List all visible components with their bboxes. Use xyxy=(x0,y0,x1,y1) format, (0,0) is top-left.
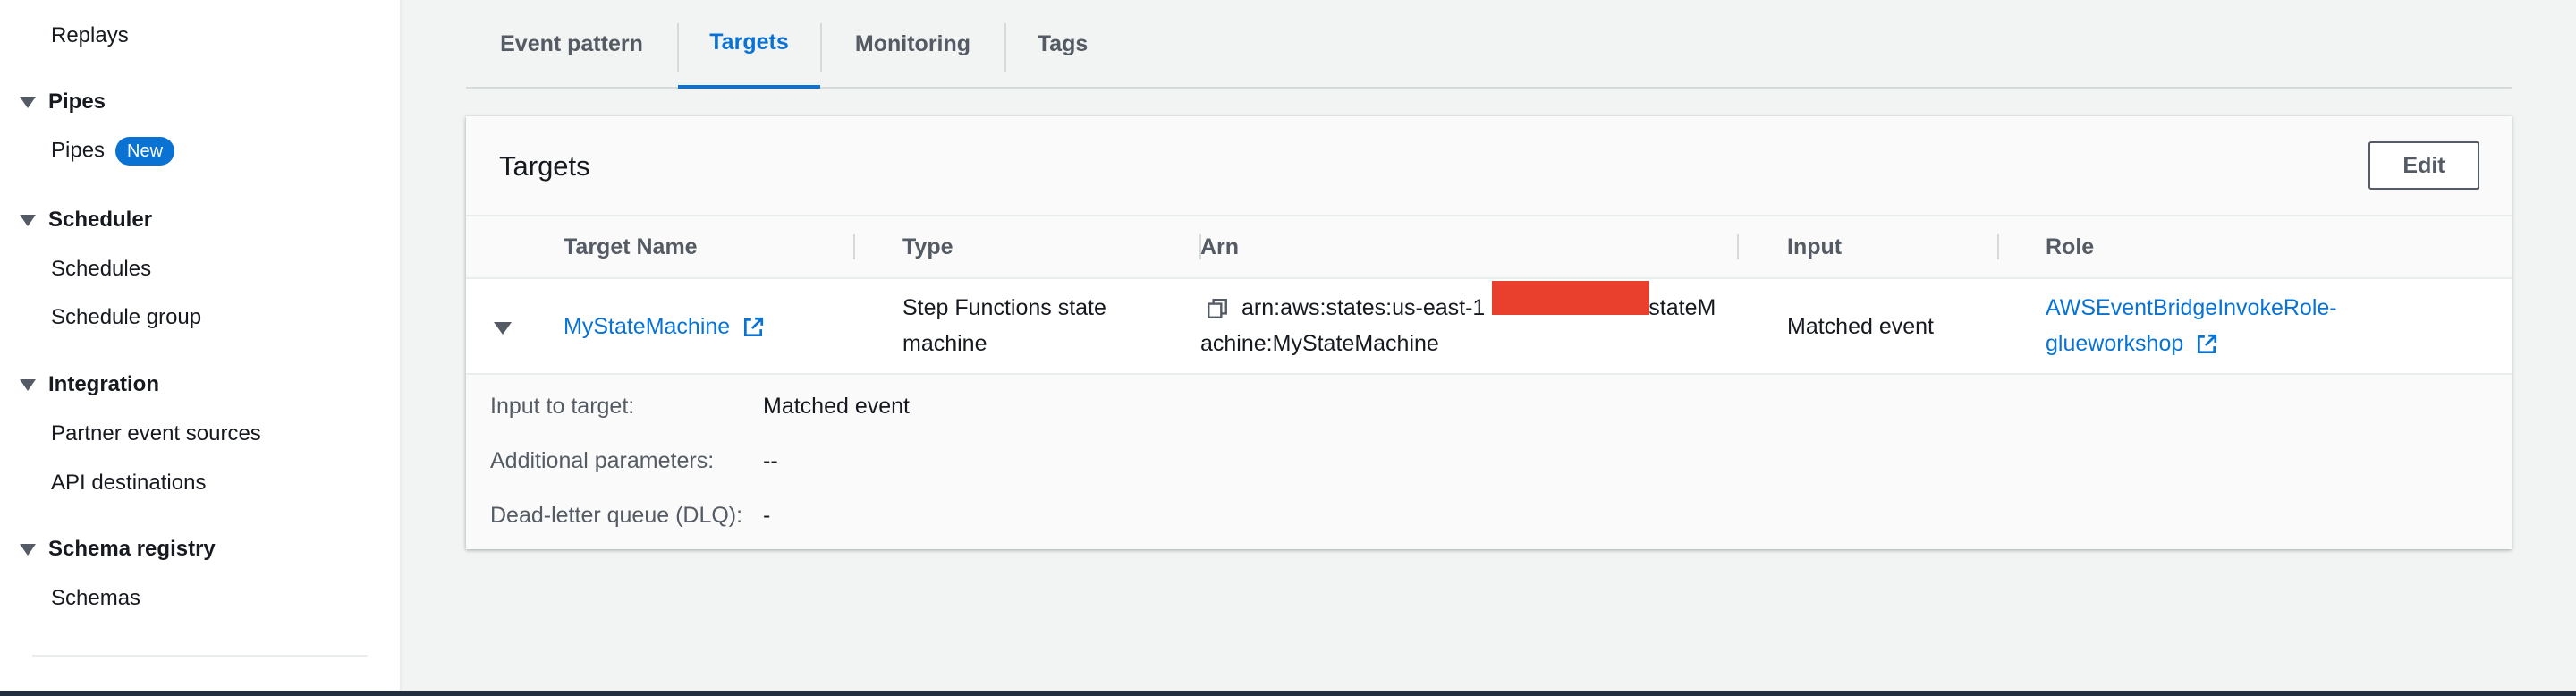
sidebar-section-label: Pipes xyxy=(48,89,106,114)
column-resizer[interactable] xyxy=(1997,234,1999,259)
targets-panel: Targets Edit Target Name Type Arn Input … xyxy=(466,116,2512,549)
caret-down-icon xyxy=(20,378,36,391)
tab-tags[interactable]: Tags xyxy=(1005,0,1120,89)
input-to-target-value: Matched event xyxy=(763,394,910,419)
target-name-link[interactable]: MyStateMachine xyxy=(564,309,765,344)
panel-title: Targets xyxy=(499,150,590,182)
collapse-row-icon[interactable] xyxy=(494,322,512,335)
bottom-bar xyxy=(0,691,2576,696)
arn-text-start: arn:aws:states:us-east-1 xyxy=(1241,295,1486,320)
tab-monitoring[interactable]: Monitoring xyxy=(821,0,1004,89)
sidebar-item-pipes[interactable]: Pipes New xyxy=(51,137,175,166)
tab-event-pattern[interactable]: Event pattern xyxy=(466,0,677,89)
column-header-type[interactable]: Type xyxy=(902,216,953,277)
tab-bar: Event pattern Targets Monitoring Tags xyxy=(466,0,2512,89)
edit-button[interactable]: Edit xyxy=(2368,141,2479,190)
role-link[interactable]: AWSEventBridgeInvokeRole- glueworkshop xyxy=(2046,290,2337,361)
dlq-value: - xyxy=(763,503,771,528)
column-resizer[interactable] xyxy=(853,234,855,259)
dlq-label: Dead-letter queue (DLQ): xyxy=(490,503,743,528)
sidebar-item-schedule-group[interactable]: Schedule group xyxy=(51,305,201,330)
sidebar-item-label: Pipes xyxy=(51,138,106,163)
additional-parameters-label: Additional parameters: xyxy=(490,448,715,473)
input-to-target-label: Input to target: xyxy=(490,394,635,419)
target-type: Step Functions state machine xyxy=(902,290,1106,361)
target-type-line-1: Step Functions state xyxy=(902,295,1106,320)
redaction-block xyxy=(1492,281,1649,315)
sidebar-section-pipes[interactable]: Pipes xyxy=(20,89,106,115)
tab-targets[interactable]: Targets xyxy=(678,0,820,89)
arn-text-end: :stateM xyxy=(1642,295,1716,320)
sidebar-divider xyxy=(32,655,368,657)
sidebar-section-label: Schema registry xyxy=(48,537,216,561)
caret-down-icon xyxy=(20,214,36,226)
sidebar-section-label: Integration xyxy=(48,372,159,396)
target-type-line-2: machine xyxy=(902,331,987,356)
sidebar-section-schema-registry[interactable]: Schema registry xyxy=(20,537,216,562)
role-line-2: glueworkshop xyxy=(2046,331,2184,356)
sidebar-item-api-destinations[interactable]: API destinations xyxy=(51,471,206,496)
table-row: MyStateMachine Step Functions state mach… xyxy=(466,279,2512,375)
sidebar-item-partner-event-sources[interactable]: Partner event sources xyxy=(51,421,261,446)
caret-down-icon xyxy=(20,96,36,108)
sidebar: Replays Pipes Pipes New Scheduler Schedul… xyxy=(0,0,402,696)
sidebar-item-replays[interactable]: Replays xyxy=(51,23,129,48)
sidebar-item-schedules[interactable]: Schedules xyxy=(51,257,151,282)
sidebar-section-integration[interactable]: Integration xyxy=(20,372,159,397)
panel-header: Targets Edit xyxy=(466,116,2512,216)
new-badge: New xyxy=(115,137,175,166)
column-header-input[interactable]: Input xyxy=(1787,216,1842,277)
target-arn: arn:aws:states:us-east-1 :stateM achine:M… xyxy=(1200,290,1737,361)
arn-text-line-2: achine:MyStateMachine xyxy=(1200,331,1439,356)
external-link-icon xyxy=(2198,335,2217,354)
table-header: Target Name Type Arn Input Role xyxy=(466,216,2512,279)
column-resizer[interactable] xyxy=(1737,234,1739,259)
target-input: Matched event xyxy=(1787,314,1934,339)
target-name-text: MyStateMachine xyxy=(564,314,731,339)
target-details: Input to target: Matched event Additiona… xyxy=(466,375,2512,549)
sidebar-item-schemas[interactable]: Schemas xyxy=(51,586,140,611)
external-link-icon xyxy=(744,318,764,337)
sidebar-section-scheduler[interactable]: Scheduler xyxy=(20,208,152,233)
column-header-role[interactable]: Role xyxy=(2046,216,2094,277)
copy-icon[interactable] xyxy=(1206,297,1229,320)
sidebar-section-label: Scheduler xyxy=(48,208,153,232)
additional-parameters-value: -- xyxy=(763,448,778,473)
caret-down-icon xyxy=(20,543,36,556)
column-header-target-name[interactable]: Target Name xyxy=(564,216,698,277)
role-line-1: AWSEventBridgeInvokeRole- xyxy=(2046,295,2337,320)
column-header-arn[interactable]: Arn xyxy=(1200,216,1239,277)
